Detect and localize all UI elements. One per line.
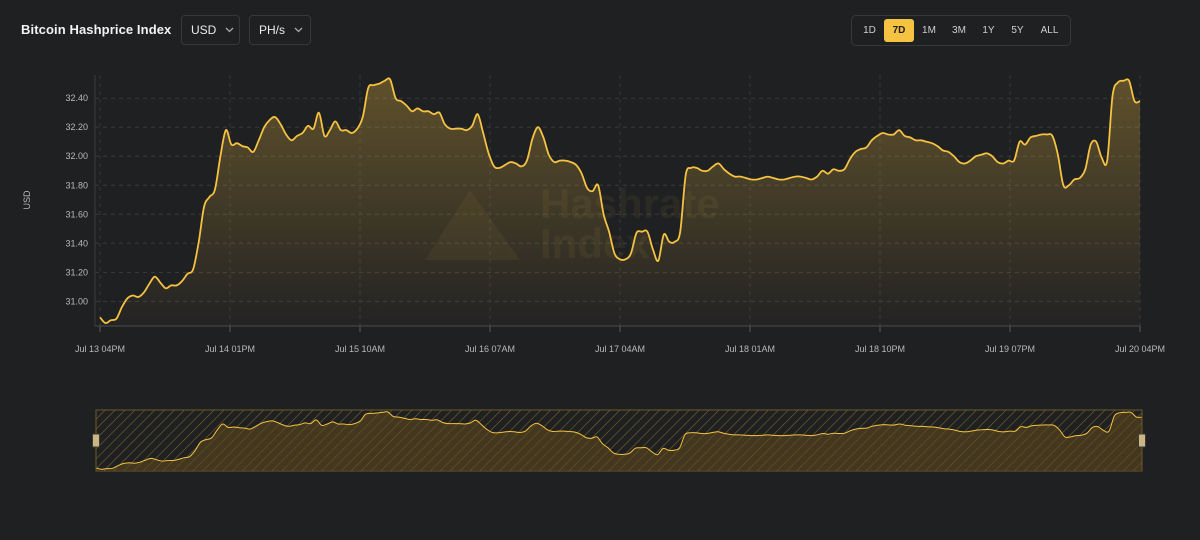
x-tick-label: Jul 15 10AM [335,344,385,354]
hashprice-chart: Hashrate Index 31.0031.2031.4031.6031.80… [22,75,1165,472]
x-tick-label: Jul 18 10PM [855,344,905,354]
x-tick-label: Jul 18 01AM [725,344,775,354]
x-tick-label: Jul 16 07AM [465,344,515,354]
x-tick-label: Jul 19 07PM [985,344,1035,354]
x-tick-label: Jul 14 01PM [205,344,255,354]
y-tick-label: 32.20 [65,122,88,132]
y-axis-label: USD [22,190,32,210]
navigator-left-handle[interactable] [92,433,100,448]
navigator-right-handle[interactable] [1138,433,1146,448]
y-tick-label: 31.60 [65,209,88,219]
y-tick-label: 32.00 [65,151,88,161]
y-tick-label: 31.80 [65,180,88,190]
x-tick-label: Jul 17 04AM [595,344,645,354]
y-tick-label: 31.00 [65,296,88,306]
y-tick-label: 31.40 [65,238,88,248]
x-tick-label: Jul 13 04PM [75,344,125,354]
y-tick-label: 31.20 [65,267,88,277]
x-tick-label: Jul 20 04PM [1115,344,1165,354]
y-tick-label: 32.40 [65,93,88,103]
range-navigator[interactable] [92,409,1146,472]
